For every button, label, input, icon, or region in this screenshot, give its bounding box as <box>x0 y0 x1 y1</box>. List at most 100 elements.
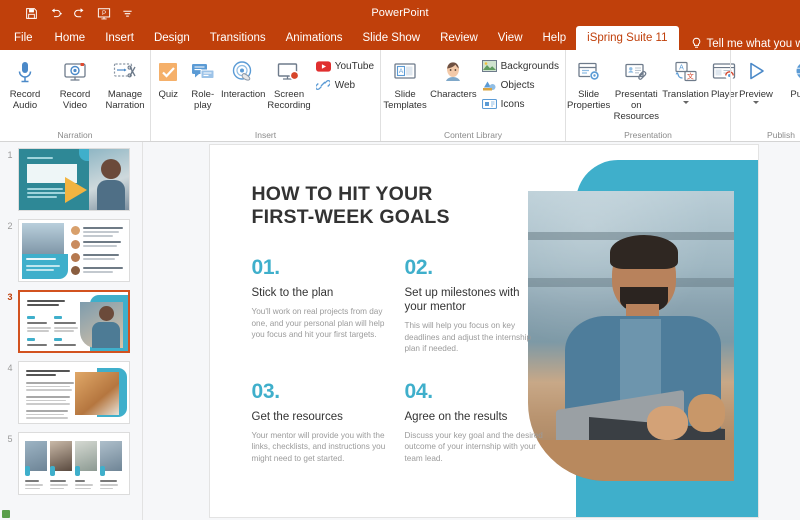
content-library-small-buttons: Backgrounds Objects Icons <box>478 55 565 112</box>
manage-narration-icon <box>112 57 138 87</box>
screen-recording-label: Screen Recording <box>267 89 310 111</box>
preview-button[interactable]: Preview <box>731 55 781 104</box>
slide-thumbnail-4[interactable] <box>18 361 130 424</box>
ribbon: Record Audio Record Video Manage Narrati… <box>0 50 800 142</box>
screen-recording-button[interactable]: Screen Recording <box>266 55 311 111</box>
slide-photo[interactable] <box>528 191 734 481</box>
characters-button[interactable]: Characters <box>429 55 477 100</box>
thumbnail-row-4[interactable]: 4 <box>0 361 142 424</box>
slide-title-line2: FIRST-WEEK GOALS <box>252 206 450 228</box>
scroll-indicator[interactable] <box>2 510 10 518</box>
slide-thumbnail-5[interactable] <box>18 432 130 495</box>
ribbon-group-presentation: Slide Properties Presentation Resources … <box>565 50 730 142</box>
characters-label: Characters <box>430 89 476 100</box>
publish-button[interactable]: Publish <box>781 55 800 100</box>
tab-design[interactable]: Design <box>144 26 200 50</box>
record-video-button[interactable]: Record Video <box>50 55 100 111</box>
web-label: Web <box>335 80 355 91</box>
tab-animations[interactable]: Animations <box>276 26 353 50</box>
tab-transitions[interactable]: Transitions <box>200 26 276 50</box>
slide-thumbnail-2[interactable] <box>18 219 130 282</box>
slide-item-04[interactable]: 04. Agree on the results Discuss your ke… <box>405 381 544 465</box>
ribbon-group-content-library: A Slide Templates Characters Backg <box>380 50 565 142</box>
thumbnail-row-1[interactable]: 1 <box>0 148 142 211</box>
tab-home[interactable]: Home <box>45 26 96 50</box>
ribbon-group-narration: Record Audio Record Video Manage Narrati… <box>0 50 150 142</box>
role-play-icon <box>190 57 216 87</box>
item-number: 02. <box>405 257 544 279</box>
group-label-content-library: Content Library <box>381 128 565 142</box>
tab-insert[interactable]: Insert <box>95 26 144 50</box>
tab-slide-show[interactable]: Slide Show <box>353 26 431 50</box>
backgrounds-button[interactable]: Backgrounds <box>480 58 561 74</box>
preview-label: Preview <box>732 89 780 100</box>
webcam-icon <box>62 57 88 87</box>
slide-templates-button[interactable]: A Slide Templates <box>381 55 429 111</box>
slide-properties-button[interactable]: Slide Properties <box>566 55 611 111</box>
undo-icon[interactable] <box>48 6 63 21</box>
translation-button[interactable]: A文 Translation <box>661 55 710 104</box>
slide-item-02[interactable]: 02. Set up milestones with your mentor T… <box>405 257 544 355</box>
presentation-resources-button[interactable]: Presentation Resources <box>611 55 661 122</box>
role-play-button[interactable]: Role-play <box>186 55 221 111</box>
tab-help[interactable]: Help <box>533 26 577 50</box>
interaction-button[interactable]: Interaction <box>220 55 266 100</box>
presentation-resources-icon <box>623 57 649 87</box>
icons-button[interactable]: Icons <box>480 96 561 112</box>
lightbulb-icon <box>691 37 702 50</box>
backgrounds-icon <box>482 59 497 73</box>
slide-canvas[interactable]: HOW TO HIT YOUR FIRST-WEEK GOALS 01. Sti… <box>210 145 758 517</box>
slide-templates-label: Slide Templates <box>382 89 428 111</box>
title-bar: P PowerPoint <box>0 0 800 26</box>
web-button[interactable]: Web <box>314 77 376 93</box>
thumbnail-row-3[interactable]: 3 <box>0 290 142 353</box>
web-link-icon <box>316 78 331 92</box>
group-label-publish: Publish <box>731 128 800 142</box>
microphone-icon <box>12 57 38 87</box>
objects-button[interactable]: Objects <box>480 77 561 93</box>
ribbon-tab-bar: File Home Insert Design Transitions Anim… <box>0 26 800 50</box>
manage-narration-button[interactable]: Manage Narration <box>100 55 150 111</box>
redo-icon[interactable] <box>72 6 87 21</box>
save-icon[interactable] <box>24 6 39 21</box>
translation-label: Translation <box>662 89 709 100</box>
slide-thumbnail-3[interactable] <box>18 290 130 353</box>
slide-thumbnail-1[interactable] <box>18 148 130 211</box>
thumbnail-number: 3 <box>2 290 18 302</box>
chevron-down-icon[interactable] <box>683 101 689 104</box>
slide-title[interactable]: HOW TO HIT YOUR FIRST-WEEK GOALS <box>252 183 512 229</box>
slide-item-03[interactable]: 03. Get the resources Your mentor will p… <box>252 381 391 465</box>
interaction-label: Interaction <box>221 89 265 100</box>
youtube-button[interactable]: YouTube <box>314 58 376 74</box>
slide-items-grid: 01. Stick to the plan You'll work on rea… <box>252 257 544 464</box>
slide-item-01[interactable]: 01. Stick to the plan You'll work on rea… <box>252 257 391 355</box>
slide-canvas-pane: HOW TO HIT YOUR FIRST-WEEK GOALS 01. Sti… <box>143 142 800 520</box>
chevron-down-icon[interactable] <box>753 101 759 104</box>
customize-quick-access-toolbar-icon[interactable] <box>120 6 135 21</box>
role-play-label: Role-play <box>187 89 220 111</box>
youtube-icon <box>316 59 331 73</box>
thumbnail-row-5[interactable]: 5 <box>0 432 142 495</box>
svg-text:A: A <box>399 68 404 75</box>
start-presentation-icon[interactable]: P <box>96 6 111 21</box>
thumbnail-row-2[interactable]: 2 <box>0 219 142 282</box>
record-audio-button[interactable]: Record Audio <box>0 55 50 111</box>
preview-play-icon <box>743 57 769 87</box>
screen-recording-icon <box>276 57 302 87</box>
tab-review[interactable]: Review <box>430 26 488 50</box>
objects-label: Objects <box>501 80 535 91</box>
group-label-presentation: Presentation <box>566 128 730 142</box>
item-body: Your mentor will provide you with the li… <box>252 430 391 465</box>
objects-icon <box>482 78 497 92</box>
tab-ispring-suite-11[interactable]: iSpring Suite 11 <box>576 26 678 50</box>
svg-text:文: 文 <box>687 72 694 81</box>
thumbnail-number: 5 <box>2 432 18 444</box>
tab-file[interactable]: File <box>0 26 45 50</box>
tell-me-search[interactable]: Tell me what you want to <box>679 37 800 50</box>
slide-thumbnail-pane[interactable]: 1 2 <box>0 142 143 520</box>
quiz-button[interactable]: Quiz <box>151 55 186 100</box>
record-video-label: Record Video <box>51 89 99 111</box>
presentation-resources-label: Presentation Resources <box>612 89 660 122</box>
tab-view[interactable]: View <box>488 26 533 50</box>
record-audio-label: Record Audio <box>1 89 49 111</box>
